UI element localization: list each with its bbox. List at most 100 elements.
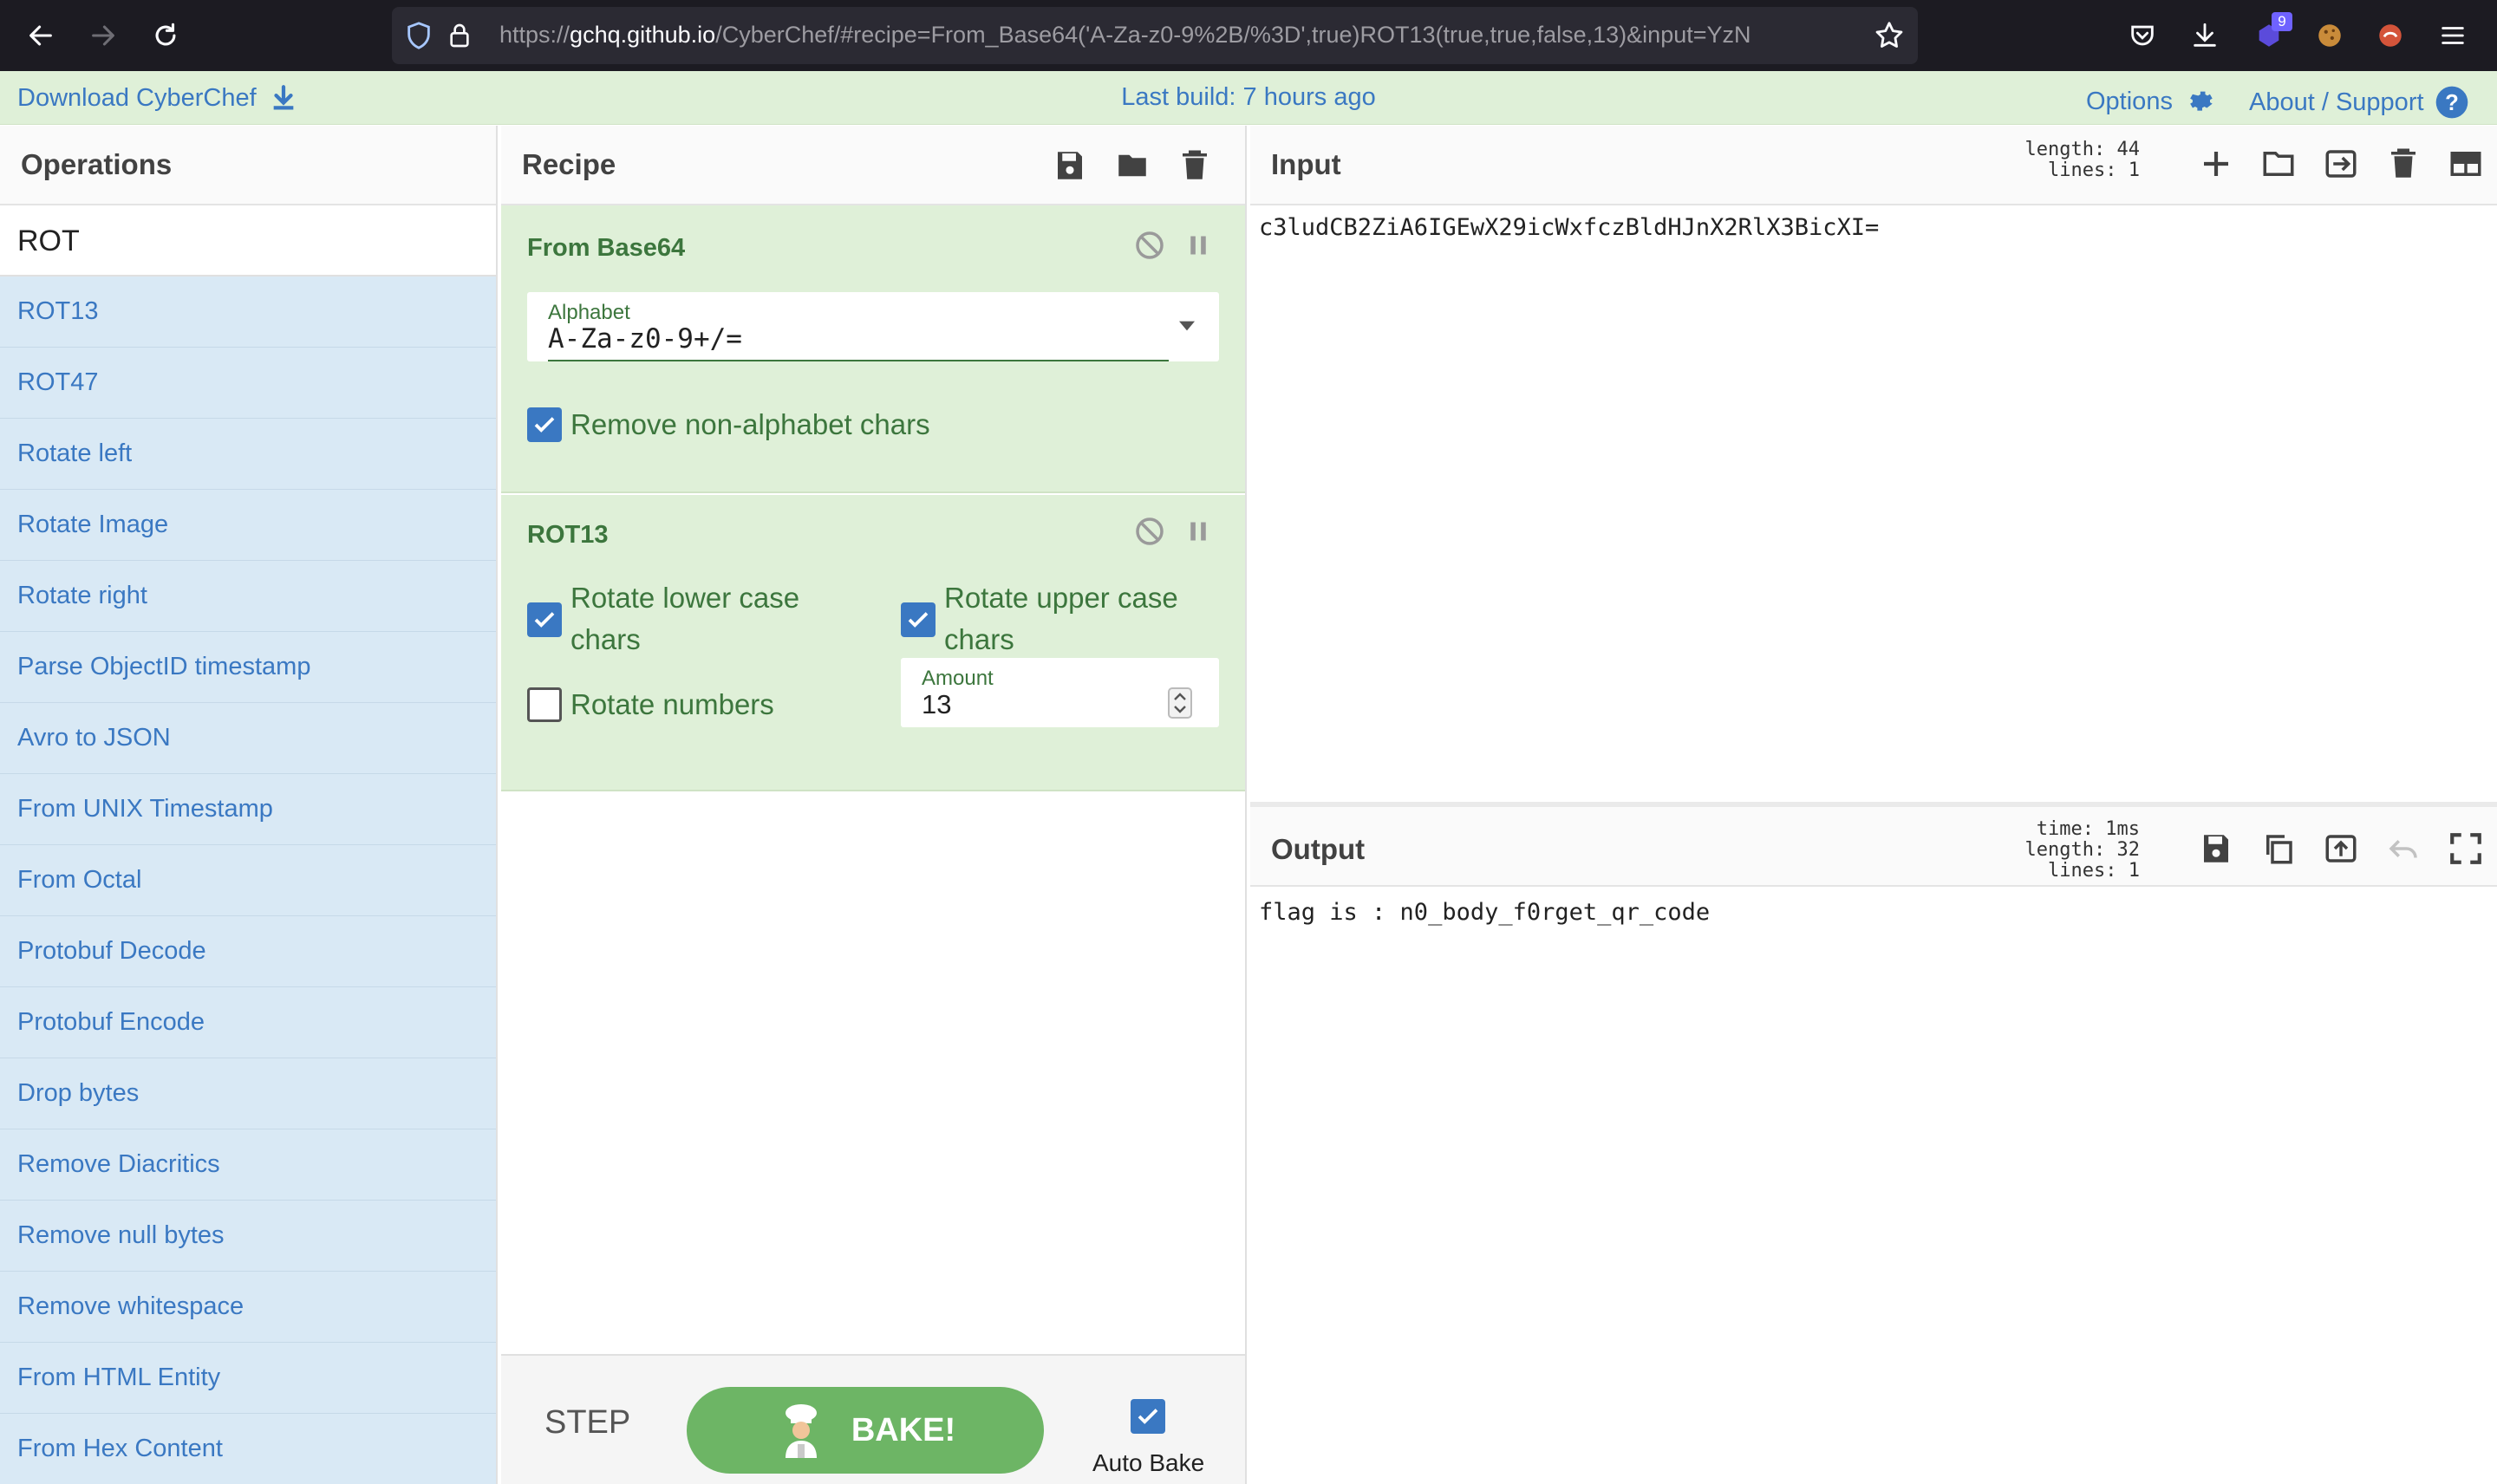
operation-item[interactable]: Remove Diacritics xyxy=(0,1129,496,1201)
operation-label: Rotate left xyxy=(17,439,133,467)
load-recipe-button[interactable] xyxy=(1108,141,1157,190)
operation-item[interactable]: From UNIX Timestamp xyxy=(0,774,496,845)
save-icon xyxy=(2204,835,2228,862)
alphabet-select[interactable]: Alphabet A-Za-z0-9+/= xyxy=(527,292,1219,361)
operation-label: Drop bytes xyxy=(17,1079,140,1107)
copy-output-button[interactable] xyxy=(2254,824,2303,873)
open-folder-button[interactable] xyxy=(2317,140,2365,188)
output-lines-stat: lines: 1 xyxy=(2048,860,2140,882)
alphabet-underline xyxy=(548,360,1169,361)
reset-layout-button[interactable] xyxy=(2442,140,2490,188)
operation-item[interactable]: Protobuf Encode xyxy=(0,987,496,1058)
disable-operation-button[interactable] xyxy=(1125,221,1174,270)
trash-icon xyxy=(2391,148,2416,178)
chevron-down-icon[interactable] xyxy=(1179,320,1195,332)
address-bar[interactable]: https://gchq.github.io/CyberChef/#recipe… xyxy=(392,7,1918,64)
fullscreen-icon xyxy=(2450,833,2481,864)
svg-text:?: ? xyxy=(2445,91,2459,115)
plus-icon xyxy=(2204,152,2228,176)
operation-item[interactable]: Remove null bytes xyxy=(0,1201,496,1272)
alphabet-value: A-Za-z0-9+/= xyxy=(548,323,742,355)
reload-icon xyxy=(155,23,176,46)
copy-icon xyxy=(2266,835,2292,864)
rotate-numbers-checkbox[interactable] xyxy=(527,687,562,722)
replace-input-button[interactable] xyxy=(2317,824,2365,873)
operation-item[interactable]: Drop bytes xyxy=(0,1058,496,1129)
cyberchef-banner: Download CyberChef Last build: 7 hours a… xyxy=(0,71,2497,125)
operation-item[interactable]: Protobuf Decode xyxy=(0,916,496,987)
operation-label: From UNIX Timestamp xyxy=(17,795,273,823)
clear-recipe-button[interactable] xyxy=(1170,141,1219,190)
step-button[interactable]: STEP xyxy=(544,1404,630,1442)
recipe-header: Recipe xyxy=(501,126,1245,205)
operation-item[interactable]: Remove whitespace xyxy=(0,1272,496,1343)
rotate-numbers-label[interactable]: Rotate numbers xyxy=(570,684,774,726)
app-menu-button[interactable] xyxy=(2433,16,2473,55)
output-title: Output xyxy=(1271,833,1366,865)
from-base64-operation[interactable]: From Base64 Alphabet A-Za-z0-9+/= Remove… xyxy=(501,205,1245,493)
auto-bake-label[interactable]: Auto Bake xyxy=(1092,1449,1204,1477)
bake-label: BAKE! xyxy=(851,1411,956,1448)
pocket-button[interactable] xyxy=(2122,16,2162,55)
checkmark-icon xyxy=(1138,1409,1158,1424)
save-output-button[interactable] xyxy=(2192,824,2240,873)
downloads-button[interactable] xyxy=(2185,16,2225,55)
operation-label: Rotate right xyxy=(17,582,147,609)
open-file-button[interactable] xyxy=(2254,140,2303,188)
undo-button[interactable] xyxy=(2379,824,2428,873)
amount-input[interactable]: Amount 13 xyxy=(901,658,1219,727)
operation-item[interactable]: Rotate Image xyxy=(0,490,496,561)
input-text[interactable]: c3ludCB2ZiA6IGEwX29icWxfczBldHJnX2RlX3Bi… xyxy=(1259,214,1879,241)
add-tab-button[interactable] xyxy=(2192,140,2240,188)
folder-icon xyxy=(1118,154,1146,177)
remove-nonalpha-checkbox[interactable] xyxy=(527,407,562,442)
rotate-upper-checkbox[interactable] xyxy=(901,602,936,637)
output-text[interactable]: flag is : n0_body_f0rget_qr_code xyxy=(1259,899,1710,926)
maximise-output-button[interactable] xyxy=(2442,824,2490,873)
operation-item[interactable]: Rotate left xyxy=(0,419,496,490)
rotate-lower-checkbox[interactable] xyxy=(527,602,562,637)
trash-icon xyxy=(1183,150,1207,179)
breakpoint-button[interactable] xyxy=(1174,221,1222,270)
operation-item[interactable]: Rotate right xyxy=(0,561,496,632)
rot13-title: ROT13 xyxy=(527,521,609,549)
remove-nonalpha-label[interactable]: Remove non-alphabet chars xyxy=(570,404,930,446)
cookie-extension-button[interactable] xyxy=(2310,16,2350,55)
back-button[interactable] xyxy=(21,16,61,55)
spinner-icon[interactable] xyxy=(1168,687,1192,719)
input-file-icon xyxy=(2325,150,2357,178)
rot13-operation[interactable]: ROT13 Rotate lower case chars Rotate upp… xyxy=(501,495,1245,791)
save-recipe-button[interactable] xyxy=(1046,141,1094,190)
forward-arrow-icon xyxy=(92,25,114,46)
operation-label: From Octal xyxy=(17,866,142,894)
rotate-upper-label[interactable]: Rotate upper case chars xyxy=(944,577,1222,661)
operation-item[interactable]: Avro to JSON xyxy=(0,703,496,774)
disable-operation-button[interactable] xyxy=(1125,507,1174,556)
operations-search-input[interactable]: ROT xyxy=(0,207,496,277)
forward-button[interactable] xyxy=(83,16,123,55)
addon-button[interactable] xyxy=(2370,16,2410,55)
operations-header: Operations xyxy=(0,126,496,205)
clear-input-button[interactable] xyxy=(2379,140,2428,188)
lock-icon[interactable] xyxy=(446,21,473,50)
bake-button[interactable]: BAKE! xyxy=(687,1387,1044,1474)
auto-bake-checkbox[interactable] xyxy=(1131,1399,1165,1434)
options-link[interactable]: Options xyxy=(2086,83,2218,120)
operation-item[interactable]: ROT47 xyxy=(0,348,496,419)
operation-item[interactable]: Parse ObjectID timestamp xyxy=(0,632,496,703)
operation-item[interactable]: From HTML Entity xyxy=(0,1343,496,1414)
breakpoint-button[interactable] xyxy=(1174,507,1222,556)
operation-item[interactable]: ROT13 xyxy=(0,277,496,348)
bookmark-star-icon[interactable] xyxy=(1873,19,1906,52)
reload-button[interactable] xyxy=(146,16,186,55)
disable-icon xyxy=(1136,517,1164,545)
operation-item[interactable]: From Octal xyxy=(0,845,496,916)
operation-item[interactable]: From Hex Content xyxy=(0,1414,496,1484)
extension-button[interactable]: 9 xyxy=(2249,12,2292,55)
operations-list: ROT13 ROT47 Rotate left Rotate Image Rotate … xyxy=(0,277,496,1484)
rotate-lower-label[interactable]: Rotate lower case chars xyxy=(570,577,857,661)
about-support-link[interactable]: About / Support ? xyxy=(2249,83,2471,121)
pocket-icon xyxy=(2131,25,2154,46)
shield-icon[interactable] xyxy=(404,21,434,50)
url-text[interactable]: https://gchq.github.io/CyberChef/#recipe… xyxy=(499,22,1852,49)
